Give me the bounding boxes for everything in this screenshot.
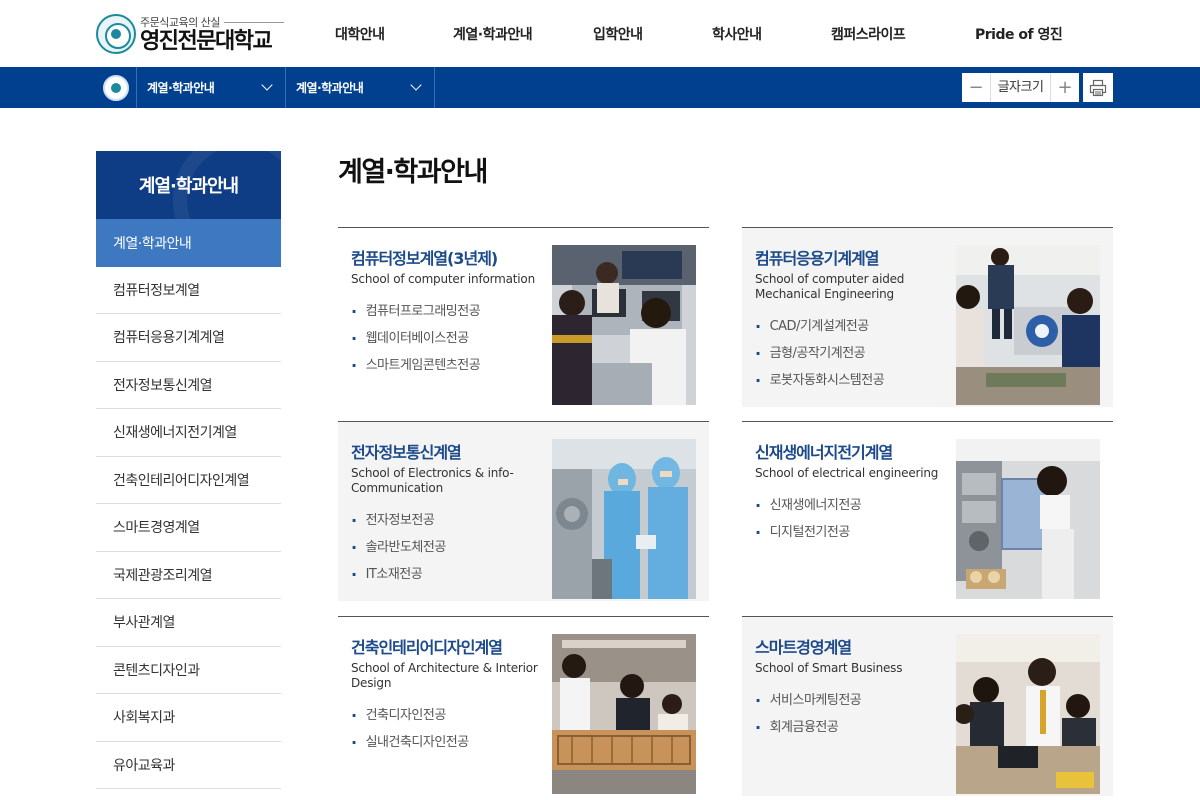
- card-title: 건축인테리어디자인계열: [351, 638, 503, 657]
- nav-item-departments[interactable]: 계열·학과안내: [453, 0, 533, 67]
- font-size-decrease-button[interactable]: −: [962, 73, 990, 102]
- sidebar-item-early-education[interactable]: 유아교육과: [96, 742, 281, 789]
- card-title: 컴퓨터정보계열(3년제): [351, 249, 498, 268]
- printer-icon: [1089, 79, 1107, 96]
- major-item[interactable]: 실내건축디자인전공: [351, 729, 470, 756]
- breadcrumb-label-1: 계열·학과안내: [147, 81, 215, 95]
- major-list: 건축디자인전공 실내건축디자인전공: [351, 702, 470, 756]
- major-list: 서비스마케팅전공 회계금융전공: [755, 687, 862, 741]
- major-item[interactable]: 금형/공작기계전공: [755, 340, 884, 367]
- breadcrumb-label-2: 계열·학과안내: [296, 81, 364, 95]
- breadcrumb-dropdown-1[interactable]: 계열·학과안내: [137, 67, 286, 108]
- breadcrumb-dropdown-2[interactable]: 계열·학과안내: [286, 67, 435, 108]
- university-seal-icon: [96, 14, 136, 54]
- page-title: 계열·학과안내: [338, 157, 488, 188]
- major-item[interactable]: 건축디자인전공: [351, 702, 469, 729]
- major-item[interactable]: 솔라반도체전공: [351, 534, 447, 561]
- sidebar-item-electronics[interactable]: 전자정보통신계열: [96, 362, 281, 409]
- home-button[interactable]: [96, 67, 137, 108]
- logo-name: 영진전문대학교: [140, 29, 273, 54]
- sidebar-item-contents-design[interactable]: 콘텐츠디자인과: [96, 647, 281, 694]
- department-photo: [956, 439, 1100, 599]
- nav-item-campus-life[interactable]: 캠퍼스라이프: [831, 0, 906, 67]
- major-item[interactable]: 회계금융전공: [755, 714, 861, 741]
- major-item[interactable]: 컴퓨터프로그래밍전공: [351, 298, 481, 325]
- sidebar-item-social-welfare[interactable]: 사회복지과: [96, 694, 281, 742]
- department-card[interactable]: 스마트경영계열 School of Smart Business 서비스마케팅전…: [742, 616, 1113, 796]
- sidebar-menu: 계열·학과안내 컴퓨터정보계열 컴퓨터응용기계계열 전자정보통신계열 신재생에너…: [96, 219, 281, 789]
- sidebar-item-energy[interactable]: 신재생에너지전기계열: [96, 409, 281, 457]
- sidebar-header: 계열·학과안내: [96, 151, 281, 219]
- logo-tagline: 주문식교육의 산실: [140, 14, 284, 30]
- nav-item-academics[interactable]: 학사안내: [712, 0, 762, 67]
- major-item[interactable]: 전자정보전공: [351, 507, 446, 534]
- department-photo: [552, 245, 696, 405]
- department-card[interactable]: 컴퓨터응용기계계열 School of computer aided Mecha…: [742, 227, 1113, 407]
- chevron-down-icon: [410, 79, 422, 91]
- major-item[interactable]: 서비스마케팅전공: [755, 687, 862, 714]
- nav-item-admissions[interactable]: 입학안내: [593, 0, 643, 67]
- card-english: School of computer aided Mechanical Engi…: [755, 272, 905, 301]
- major-list: CAD/기계설계전공 금형/공작기계전공 로봇자동화시스템전공: [755, 313, 885, 394]
- department-photo: [956, 245, 1100, 405]
- sidebar-item-overview[interactable]: 계열·학과안내: [96, 219, 281, 267]
- department-card[interactable]: 건축인테리어디자인계열 School of Architecture & Int…: [338, 616, 709, 796]
- sidebar-title: 계열·학과안내: [138, 176, 239, 197]
- department-card[interactable]: 신재생에너지전기계열 School of electrical engineer…: [742, 421, 1113, 601]
- font-size-label: 글자크기: [990, 73, 1051, 102]
- nav-item-pride[interactable]: Pride of 영진: [975, 0, 1063, 67]
- major-item[interactable]: 신재생에너지전공: [755, 492, 862, 519]
- font-size-increase-button[interactable]: +: [1051, 73, 1079, 102]
- card-english: School of Smart Business: [755, 661, 903, 675]
- breadcrumb-bar: 계열·학과안내 계열·학과안내 − 글자크기 +: [0, 67, 1200, 108]
- card-english: School of electrical engineering: [755, 466, 939, 480]
- site-logo[interactable]: 주문식교육의 산실 영진전문대학교: [96, 13, 286, 55]
- major-list: 전자정보전공 솔라반도체전공 IT소재전공: [351, 507, 447, 588]
- department-photo: [552, 634, 696, 794]
- major-item[interactable]: 스마트게임콘텐츠전공: [351, 352, 481, 379]
- department-card[interactable]: 전자정보통신계열 School of Electronics & info-Co…: [338, 421, 709, 601]
- sidebar-item-mechanical[interactable]: 컴퓨터응용기계계열: [96, 314, 281, 362]
- chevron-down-icon: [261, 79, 273, 91]
- sidebar-item-computer-info[interactable]: 컴퓨터정보계열: [96, 267, 281, 314]
- major-list: 신재생에너지전공 디지털전기전공: [755, 492, 862, 546]
- print-button[interactable]: [1083, 73, 1113, 102]
- major-item[interactable]: 로봇자동화시스템전공: [755, 367, 885, 394]
- department-photo: [956, 634, 1100, 794]
- major-item[interactable]: IT소재전공: [351, 561, 446, 588]
- card-title: 스마트경영계열: [755, 638, 852, 657]
- major-item[interactable]: 디지털전기전공: [755, 519, 861, 546]
- sidebar-item-nco[interactable]: 부사관계열: [96, 599, 281, 647]
- sidebar-item-business[interactable]: 스마트경영계열: [96, 504, 281, 552]
- nav-item-university[interactable]: 대학안내: [335, 0, 385, 67]
- home-icon: [103, 74, 129, 101]
- department-photo: [552, 439, 696, 599]
- sidebar-item-architecture[interactable]: 건축인테리어디자인계열: [96, 457, 281, 504]
- major-item[interactable]: 웹데이터베이스전공: [351, 325, 480, 352]
- card-english: School of Electronics & info-Communicati…: [351, 466, 514, 495]
- card-title: 전자정보통신계열: [351, 443, 462, 462]
- font-size-control: − 글자크기 +: [962, 73, 1079, 102]
- major-list: 컴퓨터프로그래밍전공 웹데이터베이스전공 스마트게임콘텐츠전공: [351, 298, 481, 379]
- sidebar-item-tourism[interactable]: 국제관광조리계열: [96, 552, 281, 599]
- major-item[interactable]: CAD/기계설계전공: [755, 313, 884, 340]
- card-english: School of computer information: [351, 272, 535, 286]
- card-title: 신재생에너지전기계열: [755, 443, 893, 462]
- card-english: School of Architecture & Interior Design: [351, 661, 538, 690]
- site-header: 주문식교육의 산실 영진전문대학교 대학안내 계열·학과안내 입학안내 학사안내…: [0, 0, 1200, 67]
- card-title: 컴퓨터응용기계계열: [755, 249, 879, 268]
- department-card[interactable]: 컴퓨터정보계열(3년제) School of computer informat…: [338, 227, 709, 407]
